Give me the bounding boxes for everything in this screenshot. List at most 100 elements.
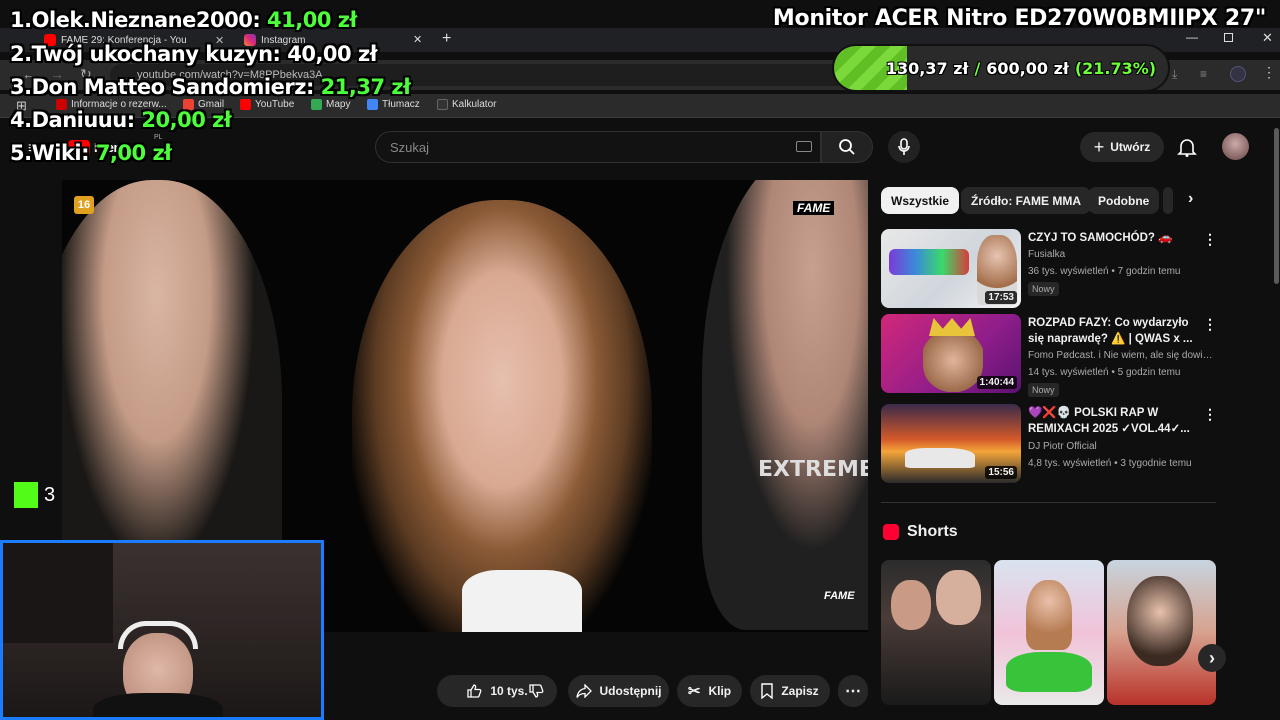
crown-icon <box>929 318 975 336</box>
new-badge: Nowy <box>1028 383 1059 397</box>
kick-viewer-count: 3 <box>44 484 56 506</box>
chevron-right-icon[interactable]: › <box>1188 190 1193 208</box>
save-label: Zapisz <box>781 684 819 698</box>
donor-name: 4.Daniuuu: <box>10 108 135 132</box>
video-duration: 1:40:44 <box>976 376 1017 389</box>
video-thumbnail[interactable]: 15:56 <box>881 404 1021 483</box>
bookmark-icon <box>761 683 774 699</box>
donation-goal-bar: 130,37 zł / 600,00 zł (21.73%) <box>832 44 1170 92</box>
goal-separator: / <box>974 58 981 78</box>
video-person-right <box>702 180 868 630</box>
donor-amount: 40,00 zł <box>287 42 377 66</box>
video-title[interactable]: CZYJ TO SAMOCHÓD? 🚗 <box>1028 230 1198 246</box>
clip-label: Klip <box>708 684 732 698</box>
save-button[interactable]: Zapisz <box>750 675 830 707</box>
leaderboard-row: 4.Daniuuu: 20,00 zł <box>10 108 232 132</box>
bookmark-label: YouTube <box>255 99 295 110</box>
media-icon[interactable]: ≡ <box>1200 67 1207 81</box>
search-placeholder: Szukaj <box>390 139 430 155</box>
video-duration: 15:56 <box>985 466 1017 479</box>
short-thumbnail[interactable] <box>1107 560 1216 705</box>
mic-icon <box>898 138 910 155</box>
create-button[interactable]: + Utwórz <box>1080 132 1164 162</box>
video-title[interactable]: 💜❌💀 POLSKI RAP W <box>1028 405 1198 421</box>
sponsor-logo: EXTREME HOBBY.TV <box>758 460 868 479</box>
channel-name[interactable]: DJ Piotr Official <box>1028 441 1213 452</box>
notifications-button[interactable] <box>1176 136 1198 158</box>
short-thumbnail[interactable] <box>881 560 991 705</box>
minimize-icon[interactable]: — <box>1186 30 1198 44</box>
donor-amount: 41,00 zł <box>267 8 357 32</box>
chevron-right-icon: › <box>1209 647 1215 668</box>
goal-text: 130,37 zł / 600,00 zł (21.73%) <box>834 46 1168 90</box>
bookmark-label: Kalkulator <box>452 99 497 110</box>
create-label: Utwórz <box>1110 140 1151 154</box>
thumbs-up-icon <box>467 684 482 698</box>
bookmark-item[interactable]: Tłumacz <box>367 99 420 110</box>
thumbnail-cars <box>889 249 969 275</box>
bookmark-item[interactable]: Kalkulator <box>437 99 496 110</box>
chip-related[interactable]: Podobne <box>1088 187 1160 214</box>
bookmark-item[interactable]: Mapy <box>311 99 350 110</box>
download-icon[interactable]: ⤓ <box>1172 67 1177 82</box>
channel-name[interactable]: Fomo Pødcast. i Nie wiem, ale się dowie.… <box>1028 350 1213 361</box>
video-title-line2[interactable]: się naprawdę? ⚠️ | QWAS x ... <box>1028 331 1198 347</box>
video-thumbnail[interactable]: 1:40:44 <box>881 314 1021 393</box>
window-close-icon[interactable]: ✕ <box>1262 30 1273 46</box>
page-scrollbar[interactable] <box>1274 128 1279 284</box>
leaderboard-row: 5.Wiki: 7,00 zł <box>10 141 172 165</box>
new-tab-icon[interactable]: + <box>442 30 451 48</box>
translate-icon <box>367 99 378 110</box>
chip-all[interactable]: Wszystkie <box>881 187 960 214</box>
plus-icon: + <box>1093 136 1105 157</box>
shorts-heading: Shorts <box>907 523 958 540</box>
like-count: 10 tys. <box>490 684 528 698</box>
video-title-line2[interactable]: REMIXACH 2025 ✓VOL.44✓... <box>1028 421 1198 437</box>
donor-amount: 7,00 zł <box>95 141 172 165</box>
tab-close-icon[interactable]: ✕ <box>413 33 422 46</box>
more-vert-icon[interactable]: ⋮ <box>1203 317 1217 331</box>
share-button[interactable]: Udostępnij <box>568 675 669 707</box>
donor-name: 2.Twój ukochany kuzyn: <box>10 42 281 66</box>
channel-name[interactable]: Fusialka <box>1028 249 1213 260</box>
menu-icon[interactable]: ⋮ <box>1262 64 1276 81</box>
video-title[interactable]: ROZPAD FAZY: Co wydarzyło <box>1028 315 1198 331</box>
bookmark-item[interactable]: YouTube <box>240 99 294 110</box>
new-badge: Nowy <box>1028 282 1059 296</box>
more-icon: ⋯ <box>845 683 861 700</box>
voice-search-button[interactable] <box>888 131 920 163</box>
bookmark-label: Tłumacz <box>382 99 420 110</box>
goal-target: 600,00 zł <box>986 58 1069 78</box>
keyboard-icon[interactable] <box>796 141 812 152</box>
search-input[interactable]: Szukaj <box>375 131 821 163</box>
maximize-icon[interactable] <box>1224 33 1233 42</box>
webcam-shirt <box>93 693 223 717</box>
donor-name: 3.Don Matteo Sandomierz: <box>10 75 314 99</box>
search-button[interactable] <box>821 131 873 163</box>
country-code: PL <box>154 134 163 141</box>
avatar[interactable] <box>1222 133 1249 160</box>
more-actions-button[interactable]: ⋯ <box>838 675 868 707</box>
video-meta: 36 tys. wyświetleń • 7 godzin temu <box>1028 266 1181 277</box>
video-meta: 4,8 tys. wyświetleń • 3 tygodnie temu <box>1028 458 1192 469</box>
chip-source[interactable]: Źródło: FAME MMA <box>961 187 1091 214</box>
short-thumbnail[interactable] <box>994 560 1104 705</box>
more-vert-icon[interactable]: ⋮ <box>1203 232 1217 246</box>
video-thumbnail[interactable]: 17:53 <box>881 229 1021 308</box>
search-icon <box>839 139 855 155</box>
more-vert-icon[interactable]: ⋮ <box>1203 407 1217 421</box>
calculator-icon <box>437 99 448 110</box>
dislike-button[interactable] <box>524 681 548 701</box>
webcam-overlay <box>0 540 324 720</box>
share-icon <box>575 684 592 698</box>
webcam-background <box>3 543 113 643</box>
short-car <box>1006 652 1092 692</box>
shorts-next-button[interactable]: › <box>1198 644 1226 672</box>
profile-icon[interactable] <box>1230 66 1246 82</box>
divider <box>881 502 1216 503</box>
short-person <box>1127 576 1193 666</box>
chip-more[interactable] <box>1163 187 1173 214</box>
clip-button[interactable]: ✂ Klip <box>677 675 742 707</box>
video-duration: 17:53 <box>985 291 1017 304</box>
short-person <box>1026 580 1072 650</box>
